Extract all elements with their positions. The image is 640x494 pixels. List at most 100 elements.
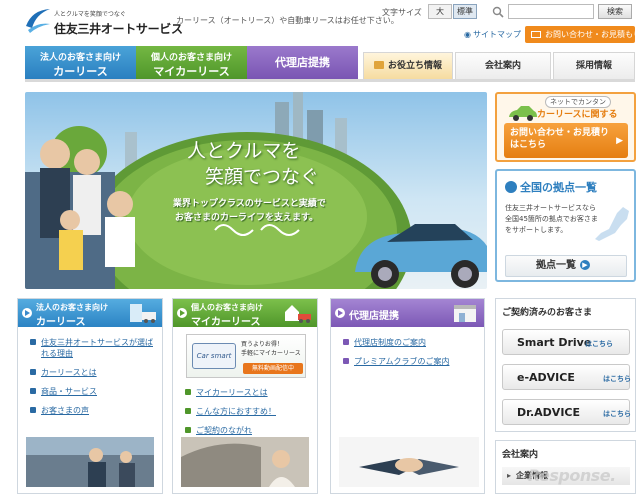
carsmart-promo-banner[interactable]: Car smart 買うよりお得！ 手軽にマイカーリース 無料動画配信中: [186, 334, 306, 378]
agency-link-program[interactable]: 代理店制度のご案内: [343, 337, 483, 348]
agency-box-header[interactable]: 代理店提携: [331, 299, 484, 327]
side-locations-panel: 全国の拠点一覧 住友三井オートサービスなら全国45箇所の拠点でお客さまをサポート…: [495, 169, 636, 282]
locations-title: 全国の拠点一覧: [505, 179, 597, 195]
text-size-large-button[interactable]: 大: [428, 4, 452, 19]
smart-drive-label: Smart Drive: [517, 336, 592, 349]
logo-swoosh-icon: [26, 9, 50, 33]
personal-photo: [181, 437, 309, 487]
locations-description: 住友三井オートサービスなら全国45箇所の拠点でお客さまをサポートします。: [505, 204, 598, 234]
corporate-link-voices[interactable]: お客さまの声: [30, 405, 155, 416]
agency-box-title: 代理店提携: [349, 311, 399, 322]
locations-button-label: 拠点一覧: [536, 260, 576, 271]
locations-list-button[interactable]: 拠点一覧 ▶: [505, 255, 627, 277]
e-advice-label: e-ADVICE: [517, 371, 575, 384]
existing-customers-panel: ご契約済みのお客さま Smart Drive はこちら e-ADVICE はこち…: [495, 298, 636, 432]
personal-link-recommended[interactable]: こんな方におすすめ！: [185, 406, 310, 417]
dr-advice-button[interactable]: Dr.ADVICE はこちら: [502, 399, 631, 425]
site-header: 人とクルマを笑顔でつなぐ 住友三井オートサービス カーリース（オートリース）や自…: [0, 0, 640, 46]
text-size-label: 文字サイズ: [382, 8, 422, 17]
promo-text-line1: 買うよりお得！: [241, 341, 283, 348]
nav-indiv-line1: 個人のお客さま向け: [150, 53, 232, 63]
hero-title-line2: 笑顔でつなぐ: [205, 166, 320, 188]
agency-link-premium-club[interactable]: プレミアムクラブのご案内: [343, 356, 483, 367]
side-cta-line1: お問い合わせ・お見積り: [510, 128, 610, 138]
smart-drive-button[interactable]: Smart Drive はこちら: [502, 329, 630, 355]
promo-text-line2: 手軽にマイカーリース: [241, 350, 301, 357]
dr-advice-label: Dr.ADVICE: [517, 406, 581, 419]
personal-box-header[interactable]: 個人のお客さま向け マイカーリース: [173, 299, 317, 328]
header-description: カーリース（オートリース）や自動車リースはお任せ下さい。: [176, 16, 399, 25]
nav-divider: [25, 79, 635, 82]
japan-map-icon: [595, 207, 629, 241]
company-info-title: 会社案内: [502, 450, 539, 460]
search-input[interactable]: [508, 4, 594, 19]
location-mark-icon: [505, 181, 517, 193]
corporate-link-products[interactable]: 商品・サービス: [30, 386, 155, 397]
logo-tagline: 人とクルマを笑顔でつなぐ: [54, 11, 126, 18]
sitemap-link[interactable]: ◉ サイトマップ: [464, 29, 521, 40]
hero-subtitle-line1: 業界トップクラスのサービスと実績で: [173, 199, 326, 209]
personal-link-contract-flow[interactable]: ご契約のながれ: [185, 425, 310, 436]
global-nav: 法人のお客さま向け カーリース 個人のお客さま向け マイカーリース 代理店提携 …: [25, 46, 635, 79]
mail-icon: [531, 31, 541, 38]
building-truck-icon: [130, 304, 156, 323]
nav-corp-line2: カーリース: [53, 65, 108, 78]
corporate-box-line2: カーリース: [36, 317, 86, 328]
nav-corp-line1: 法人のお客さま向け: [39, 53, 121, 63]
arrow-bullet-icon: [335, 308, 345, 318]
e-advice-button[interactable]: e-ADVICE はこちら: [502, 364, 631, 390]
corporate-link-reasons[interactable]: 住友三井オートサービスが選ばれる理由: [30, 337, 155, 359]
personal-box-line1: 個人のお客さま向け: [191, 303, 263, 312]
side-inquiry-button[interactable]: お問い合わせ・お見積り はこちら ▶: [504, 123, 628, 158]
arrow-right-icon: ▶: [580, 260, 590, 270]
arrow-right-icon: ▶: [616, 136, 623, 146]
house-car-icon: [285, 305, 311, 323]
corporate-links: 住友三井オートサービスが選ばれる理由 カーリースとは 商品・サービス お客さまの…: [30, 337, 155, 424]
corporate-link-about-carlease[interactable]: カーリースとは: [30, 367, 155, 378]
sitemap-arrow-icon: ◉: [464, 30, 471, 39]
nav-tab-corporate-lease[interactable]: 法人のお客さま向け カーリース: [25, 46, 136, 79]
smart-drive-here: はこちら: [585, 340, 613, 348]
hero-banner[interactable]: 人とクルマを 笑顔でつなぐ 業界トップクラスのサービスと実績で お客さまのカーラ…: [25, 92, 487, 289]
side-contact-panel: ネットでカンタン カーリースに関する お問い合わせ・お見積り はこちら ▶: [495, 92, 636, 162]
agency-links: 代理店制度のご案内 プレミアムクラブのご案内: [343, 337, 483, 375]
corporate-box-line1: 法人のお客さま向け: [36, 303, 108, 312]
arrow-bullet-icon: [177, 308, 187, 318]
folder-icon: [373, 61, 384, 69]
car-icon: [509, 106, 537, 121]
agency-box: 代理店提携 代理店制度のご案内 プレミアムクラブのご案内: [330, 298, 485, 494]
sitemap-label: サイトマップ: [472, 30, 521, 39]
hero-illustration: [25, 92, 487, 289]
arrow-bullet-icon: [22, 308, 32, 318]
e-advice-here: はこちら: [603, 375, 631, 383]
hero-title-line1: 人とクルマを: [187, 140, 301, 162]
personal-lease-box: 個人のお客さま向け マイカーリース Car smart 買うよりお得！ 手軽にマ…: [172, 298, 318, 494]
promo-text: 買うよりお得！ 手軽にマイカーリース: [241, 340, 301, 358]
corporate-photo: [26, 437, 154, 487]
nav-tab-agency[interactable]: 代理店提携: [247, 46, 358, 79]
corporate-box-header[interactable]: 法人のお客さま向け カーリース: [18, 299, 162, 328]
carlease-contact-label: カーリースに関する: [537, 110, 618, 120]
corporate-lease-box: 法人のお客さま向け カーリース 住友三井オートサービスが選ばれる理由 カーリース…: [17, 298, 163, 494]
nav-tab-useful-info[interactable]: お役立ち情報: [363, 52, 453, 79]
nav-tab-company[interactable]: 会社案内: [455, 52, 551, 79]
contact-quote-button[interactable]: お問い合わせ・お見積もり: [525, 26, 635, 43]
personal-box-line2: マイカーリース: [191, 317, 261, 328]
dr-advice-here: はこちら: [603, 410, 631, 418]
free-video-button[interactable]: 無料動画配信中: [243, 363, 303, 374]
logo-company-name: 住友三井オートサービス: [54, 22, 183, 36]
text-size-standard-button[interactable]: 標準: [453, 4, 477, 19]
hero-subtitle-line2: お客さまのカーライフを支えます。: [175, 213, 319, 223]
side-cta-line2: はこちら: [510, 140, 547, 150]
contact-quote-label: お問い合わせ・お見積もり: [545, 30, 635, 39]
company-logo[interactable]: 人とクルマを笑顔でつなぐ 住友三井オートサービス: [22, 6, 183, 40]
carsmart-logo: Car smart: [192, 343, 236, 369]
personal-links: マイカーリースとは こんな方におすすめ！ ご契約のながれ: [185, 387, 310, 444]
nav-useful-label: お役立ち情報: [387, 61, 442, 71]
nav-tab-personal-lease[interactable]: 個人のお客さま向け マイカーリース: [136, 46, 247, 79]
personal-link-about[interactable]: マイカーリースとは: [185, 387, 310, 398]
nav-tab-recruit[interactable]: 採用情報: [553, 52, 635, 79]
nav-indiv-line2: マイカーリース: [153, 65, 230, 78]
search-button[interactable]: 検索: [598, 4, 632, 19]
locations-title-label: 全国の拠点一覧: [520, 181, 597, 194]
